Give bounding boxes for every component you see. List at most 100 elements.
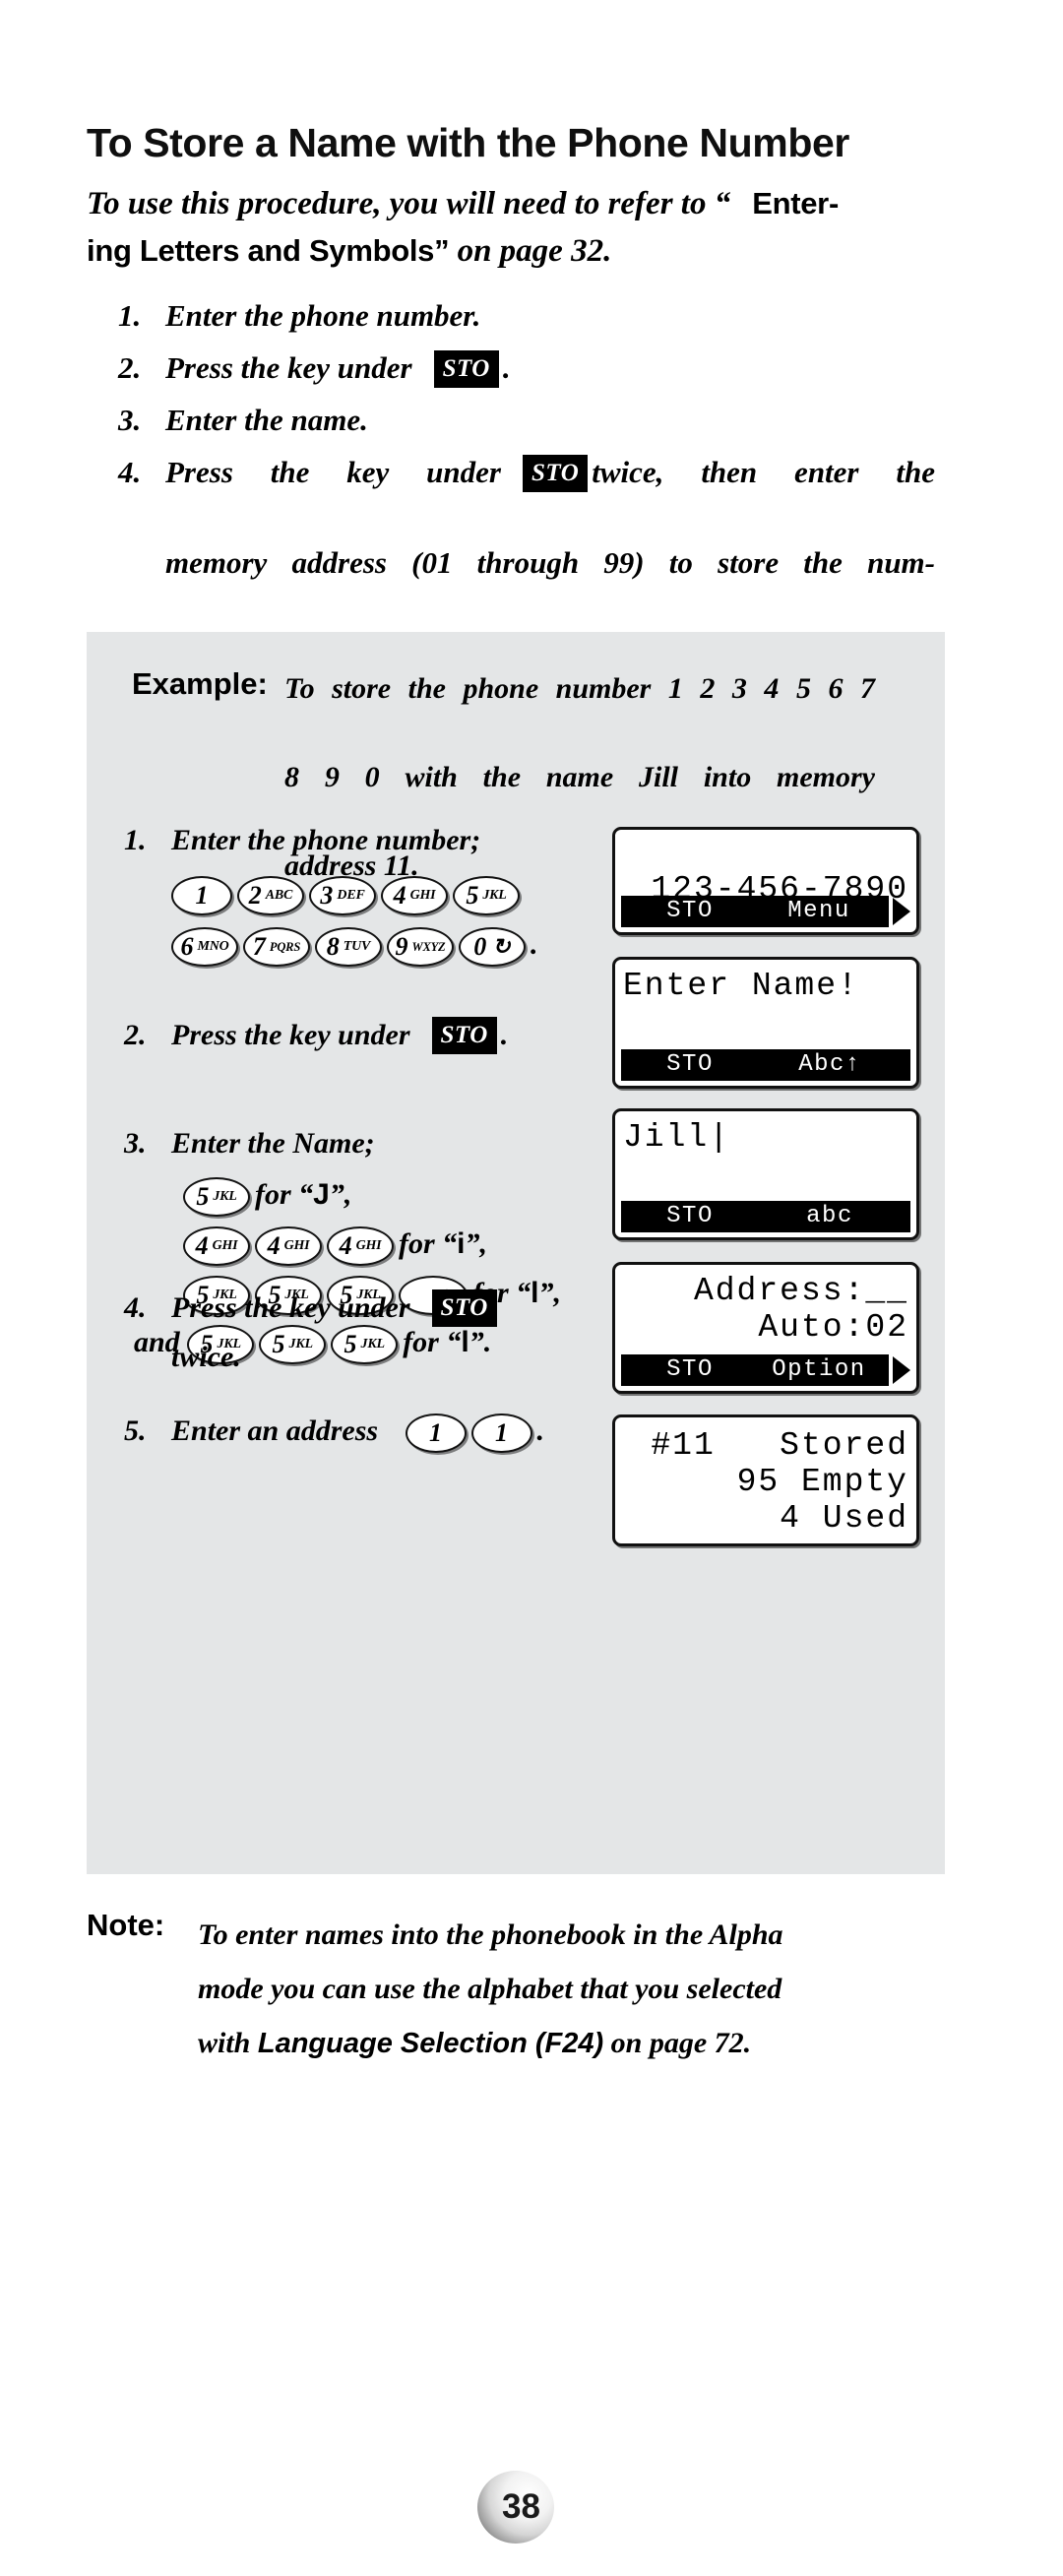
name-line-1-suffix-pre: for “: [255, 1178, 314, 1211]
sto-badge: STO: [522, 455, 589, 492]
softkey-abc[interactable]: abc: [749, 1201, 910, 1232]
name-key-line-2: 4 GHI 4 GHI 4 GHI for “i”,: [183, 1223, 636, 1267]
key-4[interactable]: 4 GHI: [255, 1226, 322, 1267]
page-title: To Store a Name with the Phone Number: [87, 120, 849, 165]
example-step-1-text: Enter the phone number;: [171, 824, 481, 856]
key-4-letters: GHI: [355, 1238, 382, 1254]
softkey-sto[interactable]: STO: [621, 1354, 759, 1386]
sto-badge: STO: [431, 1289, 497, 1327]
key-2-digit: 2: [248, 881, 262, 911]
intro-paragraph: To use this procedure, you will need to …: [87, 180, 943, 275]
page-number: 38: [502, 2487, 540, 2526]
key-7-letters: PQRS: [269, 939, 301, 954]
recall-arrow-icon: ↻: [492, 934, 511, 960]
key-4-letters: GHI: [212, 1238, 238, 1254]
key-9[interactable]: 9 WXYZ: [387, 927, 454, 968]
key-1[interactable]: 1: [470, 1414, 532, 1454]
step-1-number: 1.: [118, 298, 142, 333]
note-block: Note: To enter names into the phonebook …: [87, 1908, 953, 2071]
name-line-2-char: i: [457, 1227, 466, 1261]
example-step-5-trailing: .: [536, 1414, 545, 1447]
name-line-2-suffix-post: ”,: [465, 1227, 488, 1261]
key-4-letters: GHI: [283, 1238, 310, 1254]
key-4[interactable]: 4 GHI: [183, 1226, 250, 1267]
key-3[interactable]: 3 DEF: [309, 876, 376, 916]
key-1[interactable]: 1: [171, 876, 232, 916]
note-line-3: with Language Selection (F24) on page 72…: [198, 2016, 946, 2071]
intro-text-part3: on page 32.: [457, 233, 612, 269]
note-line-1: To enter names into the phonebook in the…: [198, 1918, 783, 1951]
softkey-abc-shift[interactable]: Abc↑: [749, 1049, 910, 1081]
step-4-line-2: memory address (01 through 99) to store …: [165, 545, 935, 580]
step-3-number: 3.: [118, 403, 142, 437]
key-7[interactable]: 7 PQRS: [243, 927, 310, 968]
key-7-digit: 7: [252, 932, 266, 962]
key-8[interactable]: 8 TUV: [315, 927, 382, 968]
keypad-row-2: 6 MNO 7 PQRS 8 TUV 9 WXYZ 0 ↻.: [171, 923, 596, 968]
display-4-line-1: Address:__: [693, 1273, 908, 1309]
key-1-digit: 1: [429, 1418, 443, 1448]
step-2-text: Press the key under: [165, 350, 412, 385]
key-8-letters: TUV: [343, 939, 371, 955]
softkey-menu[interactable]: Menu: [749, 896, 889, 927]
example-step-5-number: 5.: [124, 1414, 147, 1447]
stored-confirmation-display: #11 Stored 95 Empty 4 Used: [612, 1414, 919, 1546]
example-step-3-text: Enter the Name;: [171, 1127, 375, 1160]
display-4-softkeys: STO Option: [621, 1354, 910, 1386]
note-line-2: mode you can use the alphabet that you s…: [198, 1973, 782, 2005]
example-step-3-number: 3.: [124, 1127, 147, 1160]
key-0-digit: 0: [473, 932, 487, 962]
key-2-letters: ABC: [265, 888, 293, 904]
example-step-1: 1. Enter the phone number; 1 2 ABC 3 DEF 4 GHI…: [124, 819, 596, 968]
note-line-3-post: on page 72.: [610, 2027, 752, 2059]
sto-badge: STO: [431, 1017, 497, 1054]
key-3-letters: DEF: [337, 888, 365, 904]
key-0[interactable]: 0 ↻: [459, 927, 526, 968]
note-body: To enter names into the phonebook in the…: [198, 1908, 946, 2071]
phone-number-display: 123-456-7890 STO Menu: [612, 827, 919, 935]
step-2-number: 2.: [118, 350, 142, 385]
sto-badge: STO: [433, 350, 499, 388]
address-prompt-display: Address:__ Auto:02 STO Option: [612, 1262, 919, 1394]
step-4-number: 4.: [118, 455, 142, 489]
page-footer: 38: [0, 2469, 1063, 2553]
softkey-option[interactable]: Option: [749, 1354, 889, 1386]
key-4-digit: 4: [393, 881, 406, 911]
right-chevron-icon: [893, 898, 910, 925]
key-6[interactable]: 6 MNO: [171, 927, 238, 968]
key-1[interactable]: 1: [405, 1414, 467, 1454]
step-2-period: .: [502, 350, 511, 385]
name-entry-display: Jill| STO abc: [612, 1108, 919, 1240]
example-label: Example:: [132, 666, 268, 701]
intro-bold-part1: Enter-: [752, 186, 839, 220]
softkey-sto[interactable]: STO: [621, 1201, 759, 1232]
key-5[interactable]: 5 JKL: [453, 876, 520, 916]
display-2-line-1: Enter Name!: [623, 968, 859, 1004]
key-5-digit: 5: [466, 881, 479, 911]
example-step-4-number: 4.: [124, 1291, 147, 1324]
intro-bold-part2: ing Letters and Symbols: [87, 233, 435, 268]
example-step-2-text: Press the key under: [171, 1019, 410, 1051]
key-6-letters: MNO: [197, 939, 229, 955]
procedure-steps: 1. Enter the phone number. 2. Press the …: [118, 293, 935, 683]
manual-page: To Store a Name with the Phone Number To…: [0, 0, 1063, 2576]
step-4-text: Press the key under: [165, 455, 501, 489]
key-9-letters: WXYZ: [411, 939, 446, 954]
keypad-row-1: 1 2 ABC 3 DEF 4 GHI 5 JKL: [171, 872, 596, 916]
note-label: Note:: [87, 1908, 165, 1942]
key-4[interactable]: 4 GHI: [381, 876, 448, 916]
display-5-line-2: 95 Empty: [736, 1464, 908, 1500]
softkey-sto[interactable]: STO: [621, 1049, 759, 1081]
key-8-digit: 8: [326, 932, 340, 962]
example-step-2-period: .: [500, 1019, 509, 1051]
text-cursor: |: [709, 1119, 731, 1156]
name-line-2-suffix-pre: for “: [399, 1227, 458, 1261]
key-5[interactable]: 5 JKL: [183, 1177, 250, 1218]
example-step-2: 2. Press the key under STO.: [124, 1014, 636, 1057]
right-chevron-icon: [893, 1356, 910, 1384]
key-2[interactable]: 2 ABC: [237, 876, 304, 916]
softkey-sto[interactable]: STO: [621, 896, 759, 927]
example-step-1-trailing: .: [531, 928, 538, 962]
key-4[interactable]: 4 GHI: [327, 1226, 394, 1267]
display-1-softkeys: STO Menu: [621, 896, 910, 927]
